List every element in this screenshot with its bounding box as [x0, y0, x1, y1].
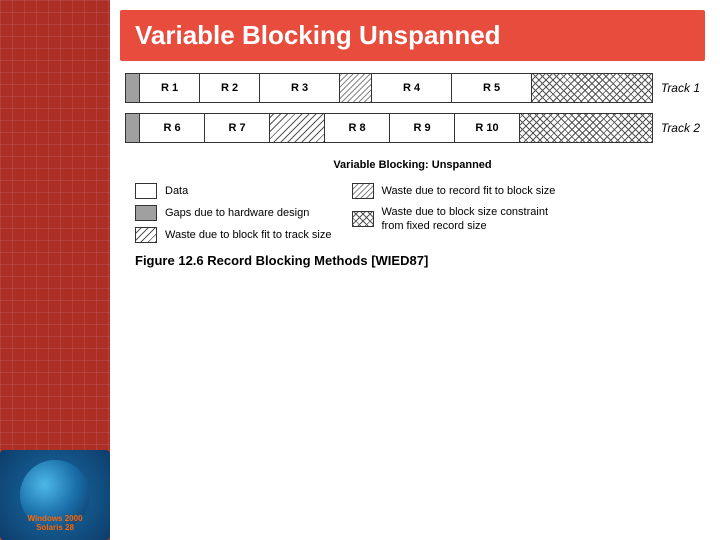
legend-waste-block: Waste due to block size constraintfrom f… — [352, 205, 556, 234]
track2-r7: R 7 — [205, 114, 270, 142]
sidebar: Windows 2000Solaris 28 — [0, 0, 110, 540]
legend-data-box — [135, 183, 157, 199]
track2-r9: R 9 — [390, 114, 455, 142]
track2-r10: R 10 — [455, 114, 520, 142]
globe-image: Windows 2000Solaris 28 — [0, 450, 110, 540]
legend-gap-box — [135, 205, 157, 221]
legend-data-text: Data — [165, 184, 188, 198]
slide-title: Variable Blocking Unspanned — [120, 10, 705, 61]
track2-r6: R 6 — [140, 114, 205, 142]
track1-r3: R 3 — [260, 74, 340, 102]
legend-waste-record: Waste due to record fit to block size — [352, 183, 556, 199]
legend-waste-track: Waste due to block fit to track size — [135, 227, 332, 243]
legend-waste-track-box — [135, 227, 157, 243]
legend-area: Data Gaps due to hardware design Waste d… — [125, 183, 700, 243]
track2-r8: R 8 — [325, 114, 390, 142]
legend-data: Data — [135, 183, 332, 199]
track1-gap — [126, 74, 140, 102]
track1-container: R 1 R 2 R 3 R 4 R 5 Track 1 — [125, 73, 700, 103]
track2-waste-track — [270, 114, 325, 142]
legend-waste-record-text: Waste due to record fit to block size — [382, 184, 556, 198]
track1-r4: R 4 — [372, 74, 452, 102]
track2-blocks: R 6 R 7 R 8 R 9 R 10 — [125, 113, 653, 143]
track1-waste-record — [340, 74, 372, 102]
diagram-area: R 1 R 2 R 3 R 4 R 5 Track 1 — [120, 73, 705, 530]
track1-blocks: R 1 R 2 R 3 R 4 R 5 — [125, 73, 653, 103]
track2-container: R 6 R 7 R 8 R 9 R 10 Track 2 — [125, 113, 700, 143]
track1-label: Track 1 — [661, 81, 700, 95]
track1-r1: R 1 — [140, 74, 200, 102]
legend-gap: Gaps due to hardware design — [135, 205, 332, 221]
legend-waste-block-box — [352, 211, 374, 227]
main-content: Variable Blocking Unspanned R 1 R 2 R 3 … — [110, 0, 720, 540]
legend-waste-block-text: Waste due to block size constraintfrom f… — [382, 205, 549, 234]
track1-r5: R 5 — [452, 74, 532, 102]
legend-waste-track-text: Waste due to block fit to track size — [165, 228, 332, 242]
track1-r2: R 2 — [200, 74, 260, 102]
track2-label: Track 2 — [661, 121, 700, 135]
legend-left: Data Gaps due to hardware design Waste d… — [135, 183, 332, 243]
legend-waste-record-box — [352, 183, 374, 199]
figure-caption: Figure 12.6 Record Blocking Methods [WIE… — [125, 253, 700, 268]
track2-waste-block — [520, 114, 652, 142]
legend-right: Waste due to record fit to block size Wa… — [352, 183, 556, 243]
diagram-caption: Variable Blocking: Unspanned — [125, 159, 700, 171]
track2-gap — [126, 114, 140, 142]
legend-gap-text: Gaps due to hardware design — [165, 206, 309, 220]
globe-label: Windows 2000Solaris 28 — [27, 514, 82, 532]
track1-waste-block — [532, 74, 652, 102]
